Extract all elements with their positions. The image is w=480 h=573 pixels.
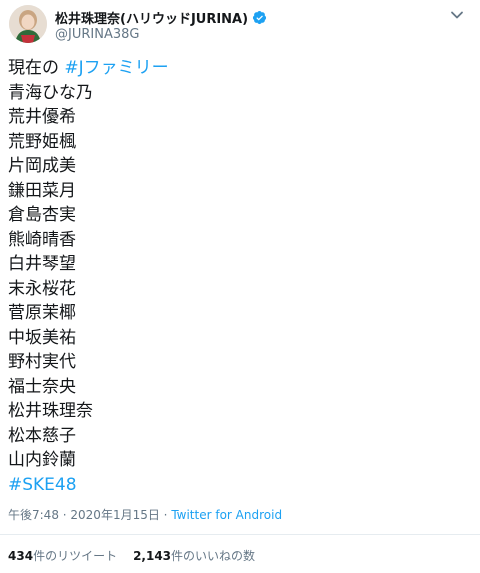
retweet-stat[interactable]: 434件のリツイート <box>8 549 117 563</box>
tweet-intro-line: 現在の #Jファミリー <box>8 56 468 81</box>
member-name: 末永桜花 <box>8 278 76 299</box>
member-name: 鎌田菜月 <box>8 180 76 201</box>
member-name: 荒井優希 <box>8 107 76 127</box>
tweet-card: 松井珠理奈(ハリウッドJURINA) @JURINA38G 現在の #Jファミリ… <box>0 0 480 573</box>
member-name: 松井珠理奈 <box>8 401 93 421</box>
member-name: 熊崎晴香 <box>8 229 76 250</box>
chevron-down-icon <box>451 11 463 19</box>
member-name: 福士奈央 <box>8 376 76 397</box>
avatar-image <box>9 5 47 43</box>
retweet-label: 件のリツイート <box>33 549 118 563</box>
tweet-intro-text: 現在の <box>8 58 59 78</box>
member-name: 中坂美祐 <box>8 327 76 348</box>
author-name-row: 松井珠理奈(ハリウッドJURINA) <box>55 8 267 27</box>
like-count: 2,143 <box>133 549 172 563</box>
meta-separator: · <box>58 508 71 522</box>
meta-separator: · <box>159 508 172 522</box>
author-display-name[interactable]: 松井珠理奈(ハリウッドJURINA) <box>55 8 248 27</box>
member-name: 白井琴望 <box>8 254 76 274</box>
divider <box>0 534 480 535</box>
tweet-stats: 434件のリツイート 2,143件のいいねの数 <box>8 547 255 564</box>
author-handle[interactable]: @JURINA38G <box>55 27 139 42</box>
tweet-source-link[interactable]: Twitter for Android <box>171 508 282 522</box>
like-label: 件のいいねの数 <box>171 549 256 563</box>
like-stat[interactable]: 2,143件のいいねの数 <box>133 549 255 563</box>
tweet-time[interactable]: 午後7:48 <box>8 508 59 522</box>
member-name: 青海ひな乃 <box>8 82 93 103</box>
hashtag-link[interactable]: #SKE48 <box>8 473 468 498</box>
member-name: 荒野姫楓 <box>8 131 76 152</box>
member-name: 山内鈴蘭 <box>8 450 76 470</box>
member-name: 倉島杏実 <box>8 205 76 225</box>
verified-badge-icon <box>252 10 267 25</box>
tweet-text: 現在の #Jファミリー 青海ひな乃 荒井優希 荒野姫楓 片岡成美 鎌田菜月 倉島… <box>8 56 468 497</box>
member-name: 野村実代 <box>8 352 76 372</box>
retweet-count: 434 <box>8 549 34 563</box>
member-name: 片岡成美 <box>8 156 76 176</box>
tweet-meta: 午後7:48 · 2020年1月15日 · Twitter for Androi… <box>8 506 282 523</box>
member-name: 菅原茉椰 <box>8 303 76 323</box>
hashtag-link[interactable]: #Jファミリー <box>64 58 168 78</box>
avatar[interactable] <box>9 5 47 43</box>
tweet-date[interactable]: 2020年1月15日 <box>70 508 159 522</box>
tweet-menu-button[interactable] <box>448 6 466 24</box>
member-name: 松本慈子 <box>8 425 76 446</box>
